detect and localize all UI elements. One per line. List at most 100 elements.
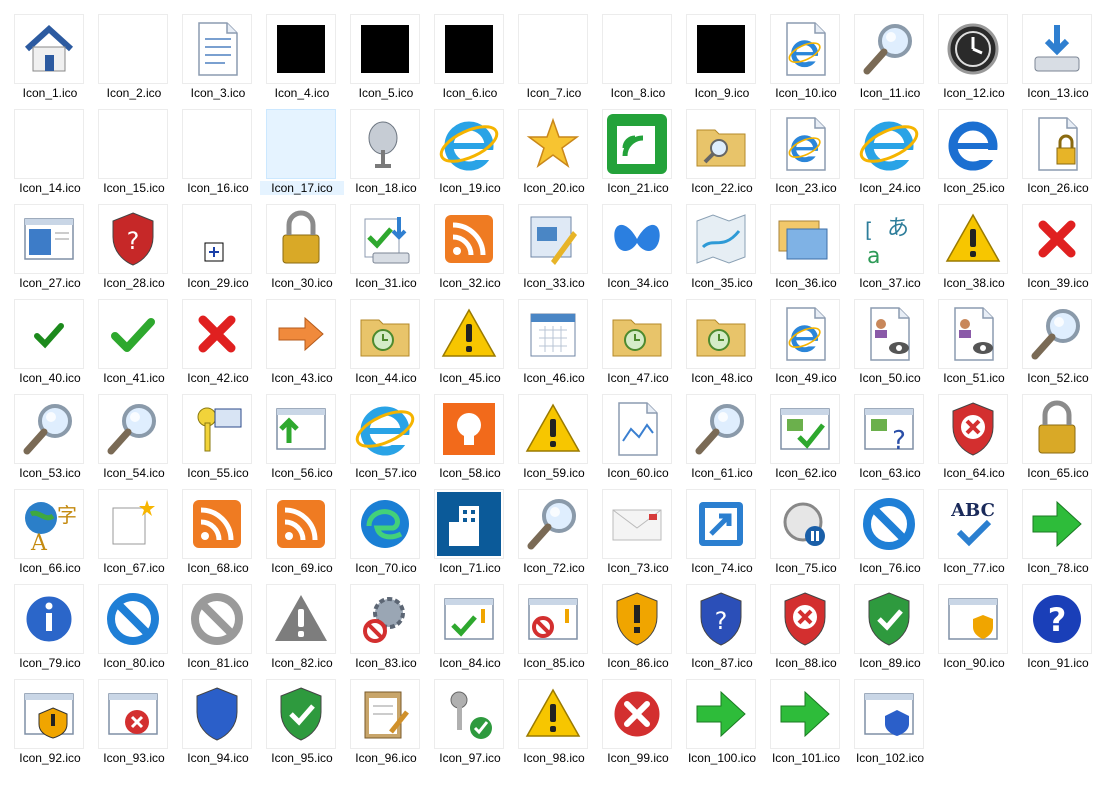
file-item[interactable]: Icon_94.ico: [176, 671, 260, 766]
file-item[interactable]: Icon_7.ico: [512, 6, 596, 101]
file-item[interactable]: Icon_41.ico: [92, 291, 176, 386]
file-item[interactable]: Icon_4.ico: [260, 6, 344, 101]
file-item[interactable]: Icon_76.ico: [848, 481, 932, 576]
file-item[interactable]: Icon_58.ico: [428, 386, 512, 481]
file-item[interactable]: Icon_10.ico: [764, 6, 848, 101]
file-item[interactable]: Icon_90.ico: [932, 576, 1016, 671]
file-item[interactable]: Icon_24.ico: [848, 101, 932, 196]
file-item[interactable]: Icon_52.ico: [1016, 291, 1100, 386]
file-item[interactable]: Icon_74.ico: [680, 481, 764, 576]
file-item[interactable]: Icon_19.ico: [428, 101, 512, 196]
file-item[interactable]: Icon_93.ico: [92, 671, 176, 766]
file-item[interactable]: ? Icon_87.ico: [680, 576, 764, 671]
file-item[interactable]: Icon_71.ico: [428, 481, 512, 576]
file-item[interactable]: Icon_30.ico: [260, 196, 344, 291]
file-item[interactable]: Icon_49.ico: [764, 291, 848, 386]
file-item[interactable]: Icon_32.ico: [428, 196, 512, 291]
file-item[interactable]: Icon_36.ico: [764, 196, 848, 291]
file-item[interactable]: Icon_17.ico: [260, 101, 344, 196]
file-item[interactable]: Icon_29.ico: [176, 196, 260, 291]
file-item[interactable]: Icon_101.ico: [764, 671, 848, 766]
file-item[interactable]: Icon_21.ico: [596, 101, 680, 196]
file-item[interactable]: Icon_40.ico: [8, 291, 92, 386]
file-item[interactable]: Icon_54.ico: [92, 386, 176, 481]
file-item[interactable]: Icon_1.ico: [8, 6, 92, 101]
file-item[interactable]: Icon_15.ico: [92, 101, 176, 196]
file-item[interactable]: Icon_96.ico: [344, 671, 428, 766]
file-item[interactable]: Icon_26.ico: [1016, 101, 1100, 196]
file-item[interactable]: ? Icon_63.ico: [848, 386, 932, 481]
file-item[interactable]: Icon_9.ico: [680, 6, 764, 101]
file-item[interactable]: Icon_27.ico: [8, 196, 92, 291]
file-item[interactable]: Icon_102.ico: [848, 671, 932, 766]
file-item[interactable]: Icon_95.ico: [260, 671, 344, 766]
file-item[interactable]: Icon_92.ico: [8, 671, 92, 766]
file-item[interactable]: Icon_43.ico: [260, 291, 344, 386]
file-item[interactable]: Icon_89.ico: [848, 576, 932, 671]
file-item[interactable]: Icon_2.ico: [92, 6, 176, 101]
file-item[interactable]: Icon_13.ico: [1016, 6, 1100, 101]
file-item[interactable]: Icon_3.ico: [176, 6, 260, 101]
file-item[interactable]: Icon_46.ico: [512, 291, 596, 386]
file-item[interactable]: Icon_62.ico: [764, 386, 848, 481]
file-item[interactable]: Icon_33.ico: [512, 196, 596, 291]
file-item[interactable]: Icon_88.ico: [764, 576, 848, 671]
file-item[interactable]: Icon_67.ico: [92, 481, 176, 576]
file-item[interactable]: Icon_31.ico: [344, 196, 428, 291]
file-item[interactable]: Icon_14.ico: [8, 101, 92, 196]
file-item[interactable]: Icon_79.ico: [8, 576, 92, 671]
file-item[interactable]: Icon_81.ico: [176, 576, 260, 671]
file-item[interactable]: Icon_73.ico: [596, 481, 680, 576]
file-item[interactable]: Icon_25.ico: [932, 101, 1016, 196]
file-item[interactable]: Icon_84.ico: [428, 576, 512, 671]
file-item[interactable]: Icon_20.ico: [512, 101, 596, 196]
file-item[interactable]: Icon_72.ico: [512, 481, 596, 576]
file-item[interactable]: Icon_12.ico: [932, 6, 1016, 101]
file-item[interactable]: Icon_39.ico: [1016, 196, 1100, 291]
file-item[interactable]: Icon_98.ico: [512, 671, 596, 766]
file-item[interactable]: Icon_69.ico: [260, 481, 344, 576]
file-item[interactable]: Icon_78.ico: [1016, 481, 1100, 576]
file-item[interactable]: Icon_100.ico: [680, 671, 764, 766]
file-item[interactable]: Icon_61.ico: [680, 386, 764, 481]
file-item[interactable]: Icon_75.ico: [764, 481, 848, 576]
file-item[interactable]: Icon_44.ico: [344, 291, 428, 386]
file-item[interactable]: 字 A Icon_66.ico: [8, 481, 92, 576]
file-item[interactable]: Icon_64.ico: [932, 386, 1016, 481]
file-item[interactable]: Icon_68.ico: [176, 481, 260, 576]
file-item[interactable]: Icon_80.ico: [92, 576, 176, 671]
file-item[interactable]: Icon_23.ico: [764, 101, 848, 196]
file-item[interactable]: Icon_18.ico: [344, 101, 428, 196]
file-item[interactable]: Icon_47.ico: [596, 291, 680, 386]
file-item[interactable]: Icon_22.ico: [680, 101, 764, 196]
file-item[interactable]: Icon_42.ico: [176, 291, 260, 386]
file-item[interactable]: Icon_59.ico: [512, 386, 596, 481]
file-item[interactable]: Icon_55.ico: [176, 386, 260, 481]
file-item[interactable]: ? Icon_28.ico: [92, 196, 176, 291]
file-item[interactable]: Icon_51.ico: [932, 291, 1016, 386]
file-item[interactable]: Icon_48.ico: [680, 291, 764, 386]
file-item[interactable]: Icon_11.ico: [848, 6, 932, 101]
file-item[interactable]: Icon_60.ico: [596, 386, 680, 481]
file-item[interactable]: Icon_50.ico: [848, 291, 932, 386]
file-item[interactable]: Icon_38.ico: [932, 196, 1016, 291]
file-item[interactable]: Icon_6.ico: [428, 6, 512, 101]
file-item[interactable]: ABC Icon_77.ico: [932, 481, 1016, 576]
file-item[interactable]: Icon_53.ico: [8, 386, 92, 481]
file-item[interactable]: Icon_34.ico: [596, 196, 680, 291]
file-item[interactable]: Icon_35.ico: [680, 196, 764, 291]
file-item[interactable]: Icon_85.ico: [512, 576, 596, 671]
file-item[interactable]: Icon_65.ico: [1016, 386, 1100, 481]
file-item[interactable]: Icon_86.ico: [596, 576, 680, 671]
file-item[interactable]: Icon_57.ico: [344, 386, 428, 481]
file-item[interactable]: Icon_99.ico: [596, 671, 680, 766]
file-item[interactable]: Icon_70.ico: [344, 481, 428, 576]
file-item[interactable]: Icon_45.ico: [428, 291, 512, 386]
file-item[interactable]: Icon_82.ico: [260, 576, 344, 671]
file-item[interactable]: Icon_97.ico: [428, 671, 512, 766]
file-item[interactable]: Icon_8.ico: [596, 6, 680, 101]
file-item[interactable]: Icon_56.ico: [260, 386, 344, 481]
file-item[interactable]: Icon_83.ico: [344, 576, 428, 671]
file-item[interactable]: ? Icon_91.ico: [1016, 576, 1100, 671]
file-item[interactable]: Icon_5.ico: [344, 6, 428, 101]
